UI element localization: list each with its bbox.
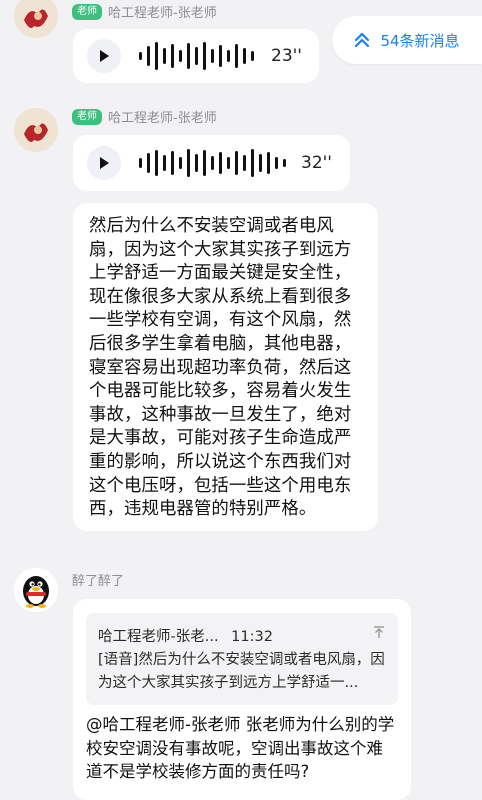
waveform-icon [139,149,286,177]
voice-duration: 32'' [301,153,332,173]
new-messages-label: 54条新消息 [380,31,460,50]
role-badge: 老师 [72,108,102,125]
message-header: 醉了醉了 [72,570,124,589]
transcript-text: 然后为什么不安装空调或者电风扇，因为这个大家其实孩子到远方上学舒适一方面最关键是… [89,216,352,520]
role-badge: 老师 [72,3,102,20]
play-icon[interactable] [87,146,121,180]
quote-header: 哈工程老师-张老... 11:32 [98,625,273,646]
quoted-message[interactable]: 哈工程老师-张老... 11:32 [语音]然后为什么不安装空调或者电风扇，因为… [86,613,398,705]
teacher-avatar[interactable] [14,0,58,38]
new-messages-button[interactable]: 54条新消息 [332,16,482,64]
sender-name: 哈工程老师-张老师 [108,6,217,21]
quote-sender: 哈工程老师-张老... [98,629,219,645]
quote-time: 11:32 [231,629,273,645]
jump-to-top-icon[interactable] [372,625,386,643]
sender-name: 醉了醉了 [72,574,125,589]
voice-duration: 23'' [271,46,302,66]
voice-transcript[interactable]: 然后为什么不安装空调或者电风扇，因为这个大家其实孩子到远方上学舒适一方面最关键是… [73,203,378,531]
quote-text: [语音]然后为什么不安装空调或者电风扇，因为这个大家其实孩子到远方上学舒适一..… [98,652,385,691]
waveform-icon [139,42,254,70]
play-icon[interactable] [87,39,121,73]
voice-message[interactable]: 23'' [73,29,319,83]
reply-text: @哈工程老师-张老师 张老师为什么别的学校安空调没有事故呢，空调出事故这个难道不… [86,715,395,781]
message-header: 老师 哈工程老师-张老师 [72,2,217,21]
user-avatar[interactable] [14,568,58,612]
teacher-avatar[interactable] [14,108,58,152]
double-chevron-up-icon [355,32,370,48]
message-header: 老师 哈工程老师-张老师 [72,107,217,126]
sender-name: 哈工程老师-张老师 [108,111,217,126]
voice-message[interactable]: 32'' [73,135,350,191]
